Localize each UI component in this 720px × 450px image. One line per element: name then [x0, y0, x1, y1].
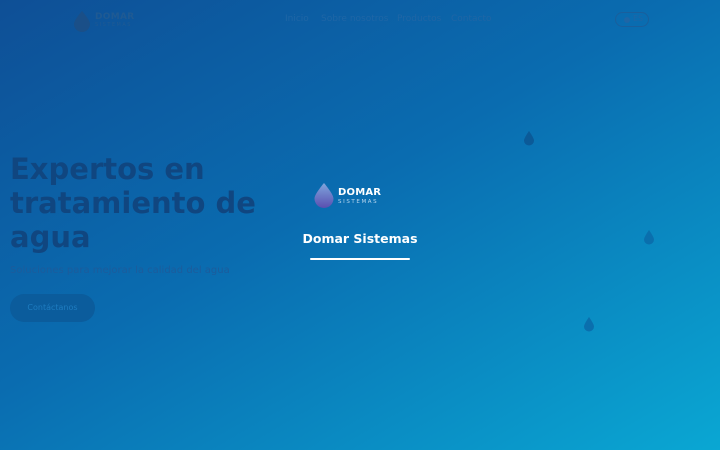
loading-screen: DOMAR SISTEMAS Inicio Sobre nosotros Pro…: [0, 0, 720, 450]
contact-button[interactable]: Contáctanos: [10, 294, 95, 322]
nav-link-sobre-nosotros[interactable]: Sobre nosotros: [321, 14, 388, 24]
water-drop-icon: [644, 230, 654, 245]
language-icon: [624, 17, 630, 23]
water-drop-icon: [584, 317, 594, 332]
water-drop-icon: [314, 183, 334, 208]
loader-brand-sub: SISTEMAS: [338, 199, 379, 205]
navbar-logo[interactable]: DOMAR SISTEMAS: [73, 10, 135, 32]
hero-subtitle: Soluciones para mejorar la calidad del a…: [10, 265, 230, 276]
loader-logo: DOMAR SISTEMAS: [313, 182, 393, 210]
nav-link-contacto[interactable]: Contacto: [451, 14, 492, 24]
water-drop-icon: [524, 131, 534, 146]
water-drop-icon: [74, 11, 90, 32]
loading-progress-bar: [310, 258, 410, 260]
navbar: DOMAR SISTEMAS Inicio Sobre nosotros Pro…: [0, 0, 720, 40]
hero-title: Expertos en tratamiento de agua: [10, 152, 256, 254]
navbar-brand-sub: SISTEMAS: [95, 22, 132, 28]
nav-link-inicio[interactable]: Inicio: [285, 14, 309, 24]
language-toggle[interactable]: ES: [615, 12, 649, 27]
loader-title: Domar Sistemas: [302, 231, 418, 246]
loading-progress-fill: [310, 258, 410, 260]
loader-brand: DOMAR: [338, 187, 382, 198]
nav-link-productos[interactable]: Productos: [397, 14, 441, 24]
language-label: ES: [633, 14, 644, 23]
navbar-brand: DOMAR: [95, 12, 135, 22]
